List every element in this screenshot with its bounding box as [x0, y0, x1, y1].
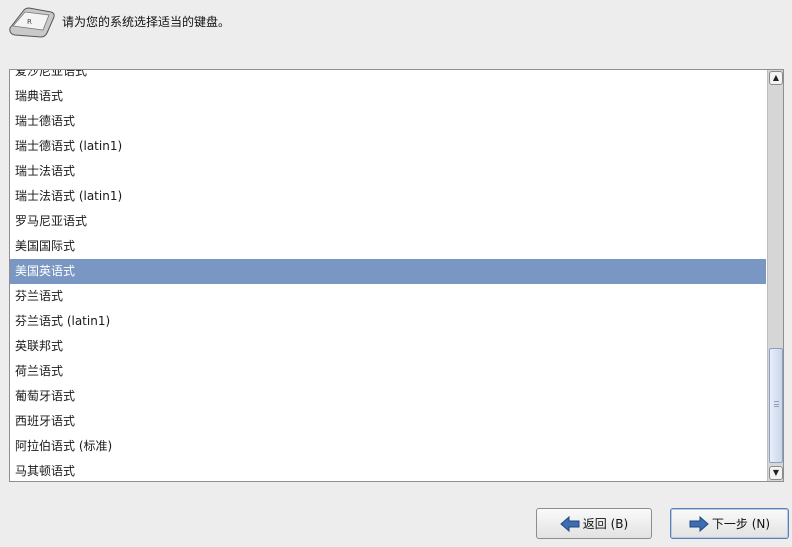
svg-text:R: R: [27, 18, 32, 26]
list-item[interactable]: 瑞士德语式 (latin1): [10, 134, 766, 159]
list-items: 爱沙尼亚语式 瑞典语式 瑞士德语式 瑞士德语式 (latin1) 瑞士法语式 瑞士法语式 …: [10, 70, 766, 481]
list-item[interactable]: 马其顿语式: [10, 459, 766, 481]
page-title: 请为您的系统选择适当的键盘。: [62, 15, 231, 29]
arrow-right-icon: [689, 515, 709, 532]
list-item-selected[interactable]: 美国英语式: [10, 259, 766, 284]
list-item[interactable]: 阿拉伯语式 (标准): [10, 434, 766, 459]
scroll-down-button[interactable]: ▼: [769, 466, 783, 480]
keyboard-icon: R: [9, 7, 55, 38]
next-button[interactable]: 下一步 (N): [670, 508, 789, 539]
back-button-label: 返回 (B): [582, 517, 629, 531]
arrow-left-icon: [560, 515, 580, 532]
list-item[interactable]: 荷兰语式: [10, 359, 766, 384]
scroll-up-button[interactable]: ▲: [769, 71, 783, 85]
header: R 请为您的系统选择适当的键盘。: [0, 0, 792, 44]
list-item[interactable]: 美国国际式: [10, 234, 766, 259]
back-button[interactable]: 返回 (B): [536, 508, 652, 539]
list-item[interactable]: 爱沙尼亚语式: [10, 70, 766, 84]
next-button-label: 下一步 (N): [711, 517, 771, 531]
list-item[interactable]: 芬兰语式 (latin1): [10, 309, 766, 334]
list-item[interactable]: 芬兰语式: [10, 284, 766, 309]
list-item[interactable]: 瑞士法语式 (latin1): [10, 184, 766, 209]
list-item[interactable]: 葡萄牙语式: [10, 384, 766, 409]
list-item[interactable]: 瑞士德语式: [10, 109, 766, 134]
list-viewport: 爱沙尼亚语式 瑞典语式 瑞士德语式 瑞士德语式 (latin1) 瑞士法语式 瑞士法语式 …: [10, 70, 766, 481]
list-item[interactable]: 瑞典语式: [10, 84, 766, 109]
list-item[interactable]: 瑞士法语式: [10, 159, 766, 184]
keyboard-layout-list[interactable]: 爱沙尼亚语式 瑞典语式 瑞士德语式 瑞士德语式 (latin1) 瑞士法语式 瑞士法语式 …: [9, 69, 784, 482]
scrollbar-thumb[interactable]: [769, 348, 783, 463]
list-item[interactable]: 罗马尼亚语式: [10, 209, 766, 234]
list-item[interactable]: 西班牙语式: [10, 409, 766, 434]
list-item[interactable]: 英联邦式: [10, 334, 766, 359]
grip-icon: [774, 401, 779, 407]
vertical-scrollbar[interactable]: ▲ ▼: [767, 70, 783, 481]
